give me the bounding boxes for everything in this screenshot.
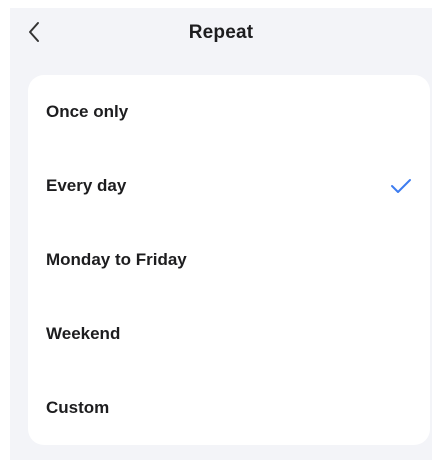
option-label: Once only xyxy=(46,102,129,121)
option-once-only[interactable]: Once only xyxy=(28,75,430,149)
option-monday-to-friday[interactable]: Monday to Friday xyxy=(28,223,430,297)
option-every-day[interactable]: Every day xyxy=(28,149,430,223)
repeat-screen: Repeat Once only Every day Monday to Fri… xyxy=(10,8,432,460)
option-label: Weekend xyxy=(46,324,121,343)
option-label: Monday to Friday xyxy=(46,250,187,269)
checkmark-icon xyxy=(391,179,411,193)
option-label: Every day xyxy=(46,176,127,195)
header: Repeat xyxy=(10,8,432,58)
repeat-options-list: Once only Every day Monday to Friday Wee… xyxy=(28,75,430,445)
option-weekend[interactable]: Weekend xyxy=(28,297,430,371)
option-label: Custom xyxy=(46,398,110,417)
option-custom[interactable]: Custom xyxy=(28,371,430,445)
page-title: Repeat xyxy=(188,22,254,43)
